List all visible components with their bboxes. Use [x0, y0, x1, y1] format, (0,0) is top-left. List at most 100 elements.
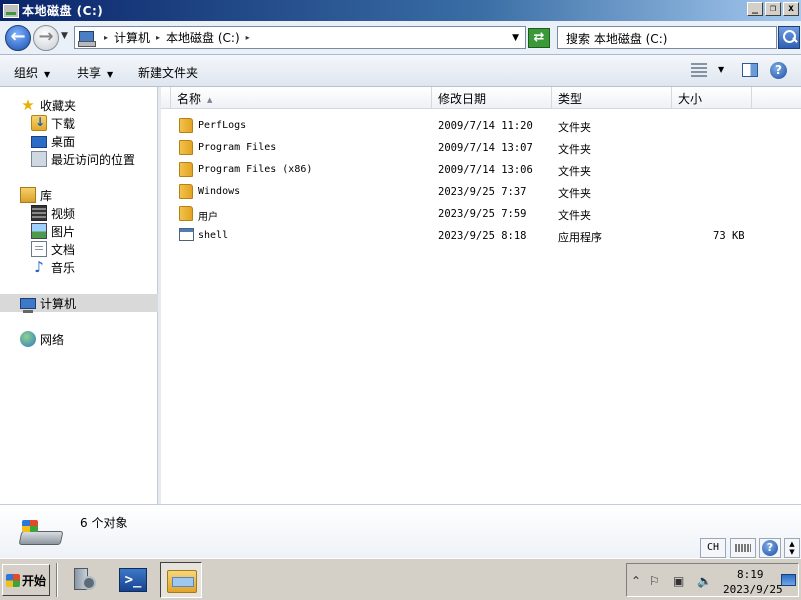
- sidebar-label: 收藏夹: [40, 98, 77, 113]
- recent-pages-dropdown[interactable]: ▼: [61, 31, 68, 41]
- sidebar-label: 桌面: [51, 134, 76, 149]
- pictures-icon: [31, 223, 47, 239]
- breadcrumb[interactable]: ▸ 计算机 ▸ 本地磁盘 (C:) ▸ ▼: [74, 26, 526, 49]
- address-bar: ← → ▼ ▸ 计算机 ▸ 本地磁盘 (C:) ▸ ▼ ⇄ 搜索 本地磁盘 (C…: [0, 21, 801, 55]
- sidebar-item-computer[interactable]: 计算机: [20, 294, 77, 313]
- table-row[interactable]: shell 2023/9/25 8:18 应用程序 73 KB: [161, 225, 801, 247]
- file-modified-date: 2009/7/14 11:20: [438, 120, 533, 132]
- file-name: shell: [198, 230, 229, 241]
- file-type: 文件夹: [558, 121, 591, 134]
- clock-time[interactable]: 8:19: [737, 568, 764, 581]
- back-button[interactable]: ←: [5, 25, 31, 51]
- column-header-date[interactable]: 修改日期: [432, 87, 552, 109]
- organize-menu[interactable]: 组织 ▼: [14, 64, 50, 81]
- powershell-icon[interactable]: >_: [112, 562, 154, 598]
- chevron-icon[interactable]: ▸: [246, 33, 250, 42]
- close-button[interactable]: x: [783, 2, 799, 16]
- sidebar-label: 视频: [51, 206, 76, 221]
- sidebar-item-documents[interactable]: 文档: [31, 240, 75, 258]
- preview-pane-icon[interactable]: [742, 63, 758, 77]
- view-options-icon[interactable]: [691, 63, 707, 77]
- sidebar-item-downloads[interactable]: 下载: [31, 114, 75, 132]
- file-list: 名称 ▲ 修改日期 类型 大小 PerfLogs 2009/7/14 11:20 文件…: [161, 87, 801, 504]
- computer-icon: [78, 30, 96, 47]
- start-button[interactable]: 开始: [2, 564, 50, 596]
- chevron-icon[interactable]: ▸: [156, 33, 160, 42]
- file-name: PerfLogs: [198, 120, 247, 131]
- network-status-icon[interactable]: ▣: [673, 574, 684, 588]
- breadcrumb-local-disk[interactable]: 本地磁盘 (C:): [164, 29, 242, 46]
- table-row[interactable]: Windows 2023/9/25 7:37 文件夹: [161, 181, 801, 203]
- title-bar[interactable]: 本地磁盘 (C:) _ ❐ x: [0, 0, 801, 21]
- chevron-down-icon: ▼: [107, 70, 114, 79]
- refresh-button[interactable]: ⇄: [528, 28, 550, 48]
- details-pane: 6 个对象 CH ? ▲ ▼: [0, 504, 801, 558]
- explorer-taskbar-button[interactable]: [160, 562, 202, 598]
- sidebar-item-recent-places[interactable]: 最近访问的位置: [31, 150, 135, 168]
- item-count: 6 个对象: [80, 516, 128, 530]
- forward-button[interactable]: →: [33, 25, 59, 51]
- language-indicator[interactable]: CH: [700, 538, 726, 558]
- table-row[interactable]: 用户 2023/9/25 7:59 文件夹: [161, 203, 801, 225]
- document-icon: [31, 241, 47, 257]
- show-desktop-button[interactable]: [781, 574, 796, 586]
- sidebar-item-favorites[interactable]: ★ 收藏夹: [20, 96, 76, 114]
- file-name: Windows: [198, 186, 241, 197]
- folder-icon: [179, 162, 193, 177]
- search-input[interactable]: 搜索 本地磁盘 (C:): [557, 26, 777, 49]
- column-spacer: [161, 87, 171, 109]
- minimize-button[interactable]: _: [747, 2, 763, 16]
- sidebar-label: 网络: [40, 332, 65, 347]
- sidebar-item-libraries[interactable]: 库: [20, 186, 52, 204]
- sidebar-item-videos[interactable]: 视频: [31, 204, 75, 222]
- address-history-dropdown[interactable]: ▼: [512, 33, 519, 43]
- volume-icon[interactable]: 🔈: [697, 574, 712, 588]
- new-folder-button[interactable]: 新建文件夹: [138, 64, 198, 81]
- file-type: 应用程序: [558, 231, 602, 244]
- column-header-size[interactable]: 大小: [672, 87, 752, 109]
- search-icon[interactable]: [778, 26, 800, 49]
- view-dropdown-icon[interactable]: ▼: [718, 65, 724, 74]
- share-menu[interactable]: 共享 ▼: [77, 64, 113, 81]
- application-icon: [179, 228, 194, 241]
- chevron-down-icon: ▼: [44, 70, 51, 79]
- table-row[interactable]: Program Files 2009/7/14 13:07 文件夹: [161, 137, 801, 159]
- help-icon: ?: [762, 540, 778, 556]
- notification-area: ⌃ ⚐ ▣ 🔈 8:19 2023/9/25: [626, 563, 799, 597]
- keyboard-icon[interactable]: [730, 538, 756, 558]
- restore-button[interactable]: ❐: [765, 2, 781, 16]
- table-row[interactable]: Program Files (x86) 2009/7/14 13:06 文件夹: [161, 159, 801, 181]
- file-name: Program Files (x86): [198, 164, 313, 175]
- recent-places-icon: [31, 151, 47, 167]
- folder-icon: [179, 118, 193, 133]
- language-help-button[interactable]: ?: [759, 538, 781, 558]
- column-header-type[interactable]: 类型: [552, 87, 672, 109]
- folder-icon: [179, 206, 193, 221]
- sidebar-item-desktop[interactable]: 桌面: [31, 132, 75, 150]
- column-label: 名称: [177, 92, 202, 106]
- help-icon[interactable]: ?: [770, 62, 787, 79]
- desktop-icon: [31, 136, 47, 148]
- action-center-flag-icon[interactable]: ⚐: [649, 574, 660, 588]
- organize-label: 组织: [14, 66, 39, 80]
- server-manager-icon[interactable]: [62, 562, 104, 598]
- chevron-icon[interactable]: ▸: [104, 33, 108, 42]
- column-header-name[interactable]: 名称 ▲: [171, 87, 432, 109]
- breadcrumb-computer[interactable]: 计算机: [112, 29, 152, 46]
- share-label: 共享: [77, 66, 102, 80]
- taskbar: 开始 >_ ⌃ ⚐ ▣ 🔈 8:19 2023/9/25: [0, 558, 801, 600]
- folder-icon: [167, 570, 197, 593]
- clock-date[interactable]: 2023/9/25: [723, 583, 783, 596]
- sidebar-item-music[interactable]: ♪ 音乐: [31, 258, 75, 276]
- computer-icon: [20, 298, 36, 313]
- language-bar-options[interactable]: ▲ ▼: [784, 538, 800, 558]
- file-type: 文件夹: [558, 187, 591, 200]
- file-modified-date: 2009/7/14 13:07: [438, 142, 533, 154]
- file-type: 文件夹: [558, 165, 591, 178]
- sidebar-item-network[interactable]: 网络: [20, 330, 64, 348]
- drive-icon: [3, 3, 19, 18]
- sidebar-label: 计算机: [40, 296, 77, 311]
- sidebar-item-pictures[interactable]: 图片: [31, 222, 75, 240]
- show-hidden-icons-icon[interactable]: ⌃: [631, 574, 641, 588]
- table-row[interactable]: PerfLogs 2009/7/14 11:20 文件夹: [161, 115, 801, 137]
